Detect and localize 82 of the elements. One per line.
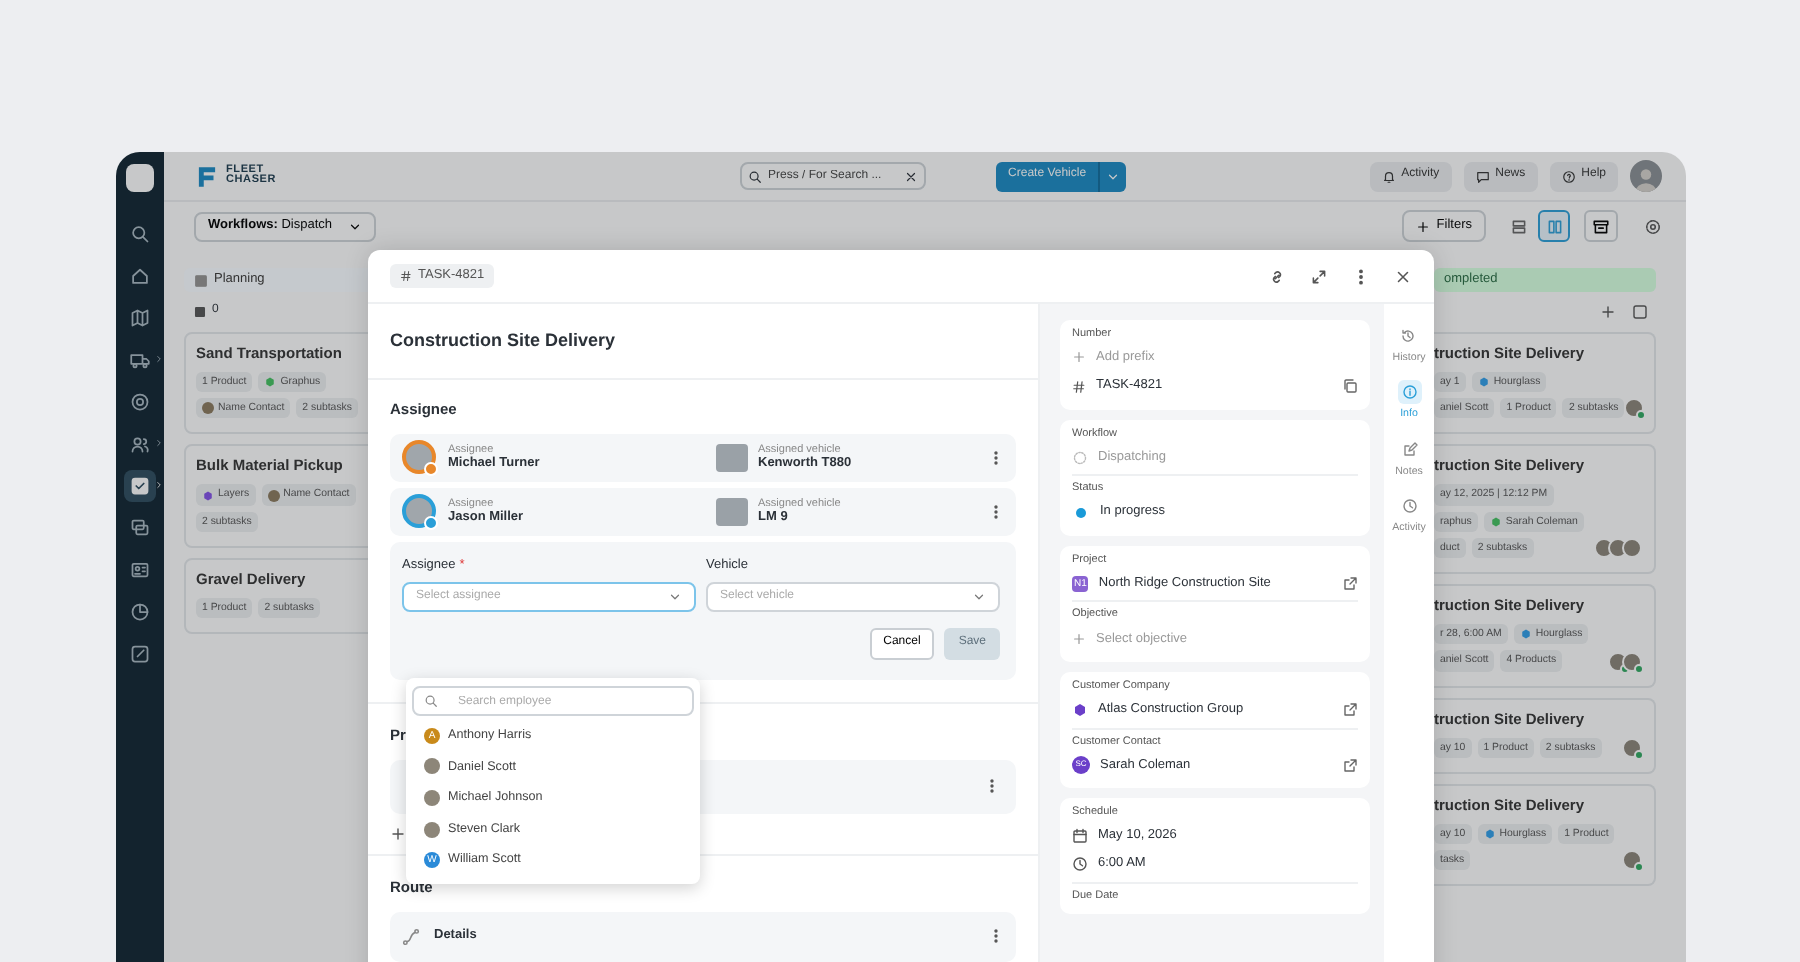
map-icon	[130, 308, 150, 328]
archive-button[interactable]	[1584, 210, 1618, 242]
external-link-icon	[1342, 757, 1358, 774]
nav-item[interactable]	[124, 470, 156, 502]
checkbox-icon	[1632, 304, 1648, 320]
archive-icon	[1592, 217, 1610, 235]
hash-icon	[1072, 379, 1086, 394]
plus-icon	[1600, 304, 1616, 320]
clear-icon	[904, 169, 919, 183]
route-icon	[402, 927, 420, 946]
chat-bubble-icon	[1475, 169, 1490, 183]
clear-icon	[1394, 267, 1412, 285]
close-button[interactable]	[1394, 267, 1412, 285]
home-icon	[130, 266, 150, 286]
more-icon	[988, 503, 1004, 520]
square-icon	[194, 273, 208, 287]
note-icon	[1401, 441, 1417, 458]
bell-icon	[1381, 169, 1396, 183]
square-icon	[194, 306, 206, 318]
open-link-button[interactable]	[1342, 575, 1358, 592]
add-button[interactable]	[1600, 304, 1616, 320]
app-logo	[126, 164, 154, 192]
chevron-down-icon	[668, 589, 682, 604]
hexagon-icon	[1072, 702, 1088, 719]
users-icon	[130, 434, 150, 454]
truck-icon	[130, 350, 150, 370]
expand-button[interactable]	[1310, 267, 1328, 285]
help-icon	[1561, 169, 1576, 183]
plus-icon	[390, 825, 406, 842]
more-button[interactable]	[988, 503, 1004, 520]
plus-icon	[1072, 631, 1086, 646]
id-card-icon	[130, 560, 150, 580]
view-toggle[interactable]	[1538, 210, 1570, 242]
chat-windows-icon	[130, 518, 150, 538]
user-avatar[interactable]	[1630, 160, 1662, 192]
more-icon	[988, 928, 1004, 945]
external-link-icon	[1342, 575, 1358, 592]
copy-button[interactable]	[1342, 378, 1358, 395]
pie-chart-icon	[130, 602, 150, 622]
more-icon	[988, 449, 1004, 466]
link-icon	[1268, 267, 1286, 285]
target-icon	[130, 392, 150, 412]
copy-icon	[1342, 378, 1358, 395]
hash-icon	[400, 269, 412, 282]
more-icon	[984, 778, 1000, 795]
calendar-icon	[1072, 828, 1088, 845]
chevron-down-icon	[348, 219, 363, 233]
search-icon	[748, 169, 763, 183]
settings-button[interactable]	[1644, 217, 1662, 235]
logo-mark	[194, 163, 220, 189]
select-button[interactable]	[1632, 304, 1648, 320]
checkbox-icon	[130, 476, 150, 496]
rows-icon	[1509, 217, 1527, 235]
vehicle-photo	[716, 497, 748, 526]
vehicle-photo	[716, 443, 748, 472]
person-icon	[202, 402, 214, 415]
expand-icon	[1310, 267, 1328, 285]
clock-icon	[1072, 856, 1088, 873]
plus-icon	[1072, 350, 1086, 365]
add-button[interactable]	[390, 825, 406, 842]
search-icon	[130, 224, 150, 244]
chevron-down-icon	[972, 589, 986, 604]
info-icon	[1401, 384, 1417, 401]
external-link-icon	[1342, 702, 1358, 719]
clock-icon	[1401, 498, 1417, 515]
dashed-circle-icon	[1072, 449, 1088, 466]
chevron-down-icon	[1106, 169, 1121, 183]
edit-icon	[130, 644, 150, 664]
plus-icon	[1416, 219, 1431, 233]
history-icon	[1400, 328, 1417, 344]
open-link-button[interactable]	[1342, 757, 1358, 774]
more-button[interactable]	[988, 449, 1004, 466]
more-button[interactable]	[988, 928, 1004, 945]
link-button[interactable]	[1268, 267, 1286, 285]
person-icon	[267, 489, 280, 502]
dropdown-button[interactable]	[1098, 161, 1127, 191]
columns-icon	[1545, 217, 1563, 235]
settings-icon	[1644, 217, 1662, 235]
task-title: Construction Site Delivery	[390, 330, 618, 352]
more-button[interactable]	[984, 778, 1000, 795]
open-link-button[interactable]	[1342, 702, 1358, 719]
search-icon	[424, 694, 438, 708]
